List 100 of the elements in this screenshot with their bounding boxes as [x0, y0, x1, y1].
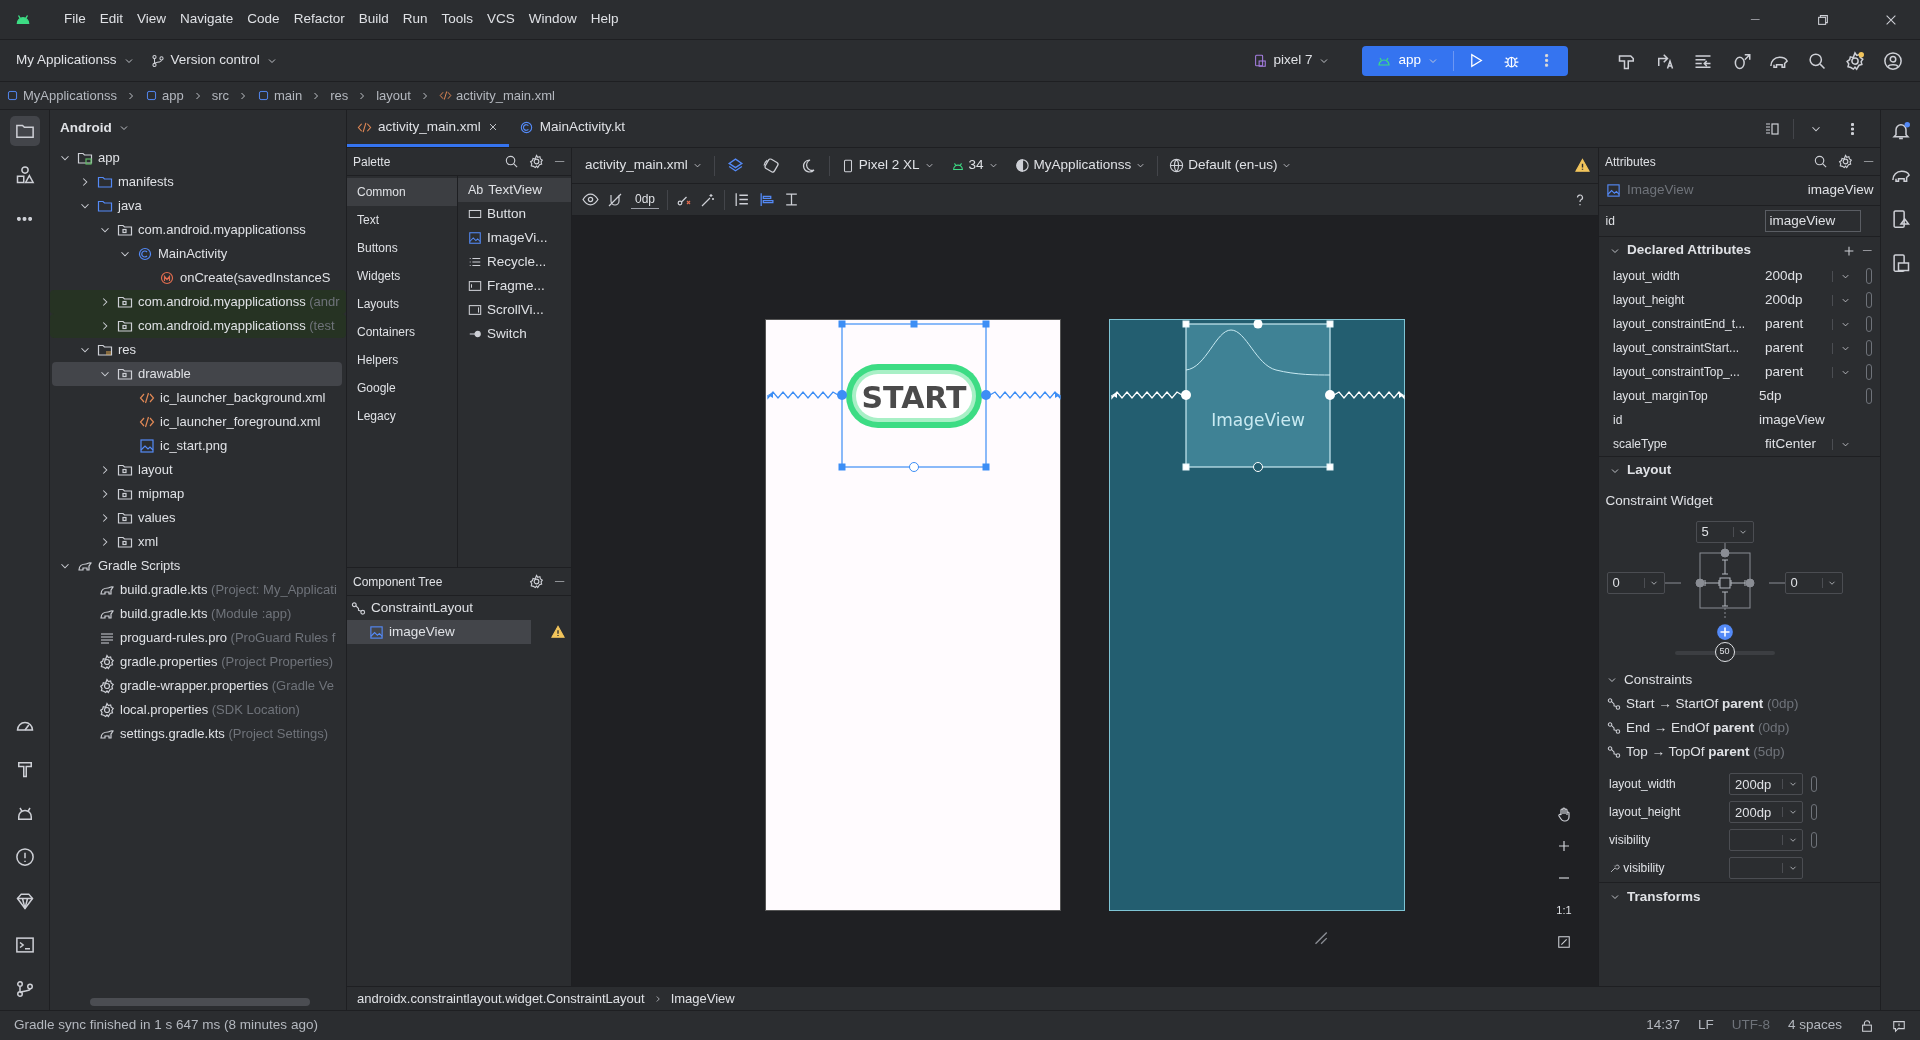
- attribute-value[interactable]: 200dp: [1759, 265, 1832, 287]
- menu-item[interactable]: Code: [241, 6, 286, 33]
- tree-item[interactable]: settings.gradle.kts (Project Settings): [52, 722, 342, 746]
- resource-picker-button[interactable]: [1866, 268, 1872, 284]
- search-icon[interactable]: [503, 154, 519, 169]
- margin-top-field[interactable]: 5: [1695, 520, 1754, 543]
- palette-item[interactable]: ScrollVi...: [458, 298, 571, 322]
- attribute-dropdown[interactable]: 200dp: [1729, 801, 1803, 824]
- margin-end-field[interactable]: 0: [1784, 571, 1843, 594]
- tree-item[interactable]: Gradle Scripts: [52, 554, 342, 578]
- menu-item[interactable]: View: [131, 6, 173, 33]
- tree-item[interactable]: com.android.myapplicationss: [52, 218, 342, 242]
- resource-picker-button[interactable]: [1866, 364, 1872, 380]
- settings-icon[interactable]: [528, 154, 544, 169]
- palette-category[interactable]: Common: [347, 178, 457, 206]
- line-ending[interactable]: LF: [1697, 1015, 1714, 1036]
- image-placeholder[interactable]: [1182, 320, 1334, 471]
- tree-item[interactable]: gradle-wrapper.properties (Gradle Ve: [52, 674, 342, 698]
- palette-category[interactable]: Widgets: [347, 262, 457, 290]
- tree-item[interactable]: MainActivity: [52, 242, 342, 266]
- breadcrumb-item[interactable]: layout: [376, 85, 411, 106]
- remove-icon[interactable]: [1861, 249, 1872, 252]
- default-margin-button[interactable]: 0dp: [631, 190, 660, 209]
- attribute-dropdown[interactable]: 200dp: [1729, 773, 1803, 796]
- palette-item[interactable]: Switch: [458, 322, 571, 346]
- project-dropdown[interactable]: My Applicationss: [8, 46, 143, 75]
- attribute-value[interactable]: parent: [1759, 361, 1832, 383]
- tree-item[interactable]: java: [52, 194, 342, 218]
- palette-category[interactable]: Buttons: [347, 234, 457, 262]
- menu-item[interactable]: Window: [522, 6, 583, 33]
- palette-category[interactable]: Layouts: [347, 290, 457, 318]
- constraint-line[interactable]: [767, 391, 839, 400]
- constraint-description[interactable]: Start → StartOf parent (0dp): [1626, 693, 1799, 714]
- constraint-description[interactable]: Top → TopOf parent (5dp): [1626, 741, 1785, 762]
- indent-setting[interactable]: 4 spaces: [1787, 1015, 1842, 1036]
- minimize-icon[interactable]: [1862, 160, 1874, 163]
- tree-item[interactable]: proguard-rules.pro (ProGuard Rules f: [52, 626, 342, 650]
- breadcrumb-item[interactable]: ImageView: [670, 988, 735, 1009]
- resource-picker-button[interactable]: [1866, 388, 1872, 404]
- tree-item[interactable]: mipmap: [52, 482, 342, 506]
- tree-item[interactable]: build.gradle.kts (Project: My_Applicati: [52, 578, 342, 602]
- section-header[interactable]: Layout: [1599, 456, 1880, 484]
- attribute-value[interactable]: fitCenter: [1759, 433, 1832, 455]
- breadcrumb-item[interactable]: res: [330, 85, 349, 106]
- palette-category[interactable]: Google: [347, 374, 457, 402]
- project-tool-button[interactable]: [9, 116, 40, 146]
- device-dropdown[interactable]: Pixel 2 XL: [835, 152, 940, 179]
- menu-item[interactable]: Build: [352, 6, 395, 33]
- minimize-icon[interactable]: [553, 580, 565, 583]
- component-tree-item[interactable]: ConstraintLayout: [347, 596, 531, 620]
- settings-icon[interactable]: [528, 574, 544, 589]
- constraint-handle[interactable]: [837, 390, 847, 400]
- menu-item[interactable]: Help: [584, 6, 625, 33]
- resource-picker-button[interactable]: [1866, 340, 1872, 356]
- palette-item[interactable]: Recycle...: [458, 250, 571, 274]
- wand-icon[interactable]: [700, 191, 717, 208]
- palette-item[interactable]: Fragme...: [458, 274, 571, 298]
- menu-item[interactable]: Run: [396, 6, 434, 33]
- eye-icon[interactable]: [582, 191, 599, 208]
- palette-category[interactable]: Helpers: [347, 346, 457, 374]
- tree-item[interactable]: gradle.properties (Project Properties): [52, 650, 342, 674]
- palette-category[interactable]: Containers: [347, 318, 457, 346]
- tree-item[interactable]: com.android.myapplicationss (test: [50, 314, 346, 338]
- locale-dropdown[interactable]: Default (en-us): [1164, 152, 1298, 179]
- tree-item[interactable]: ic_start.png: [52, 434, 342, 458]
- selection-frame[interactable]: [838, 320, 990, 472]
- palette-item[interactable]: ImageVi...: [458, 226, 571, 250]
- tree-item[interactable]: drawable: [52, 362, 342, 386]
- tree-item[interactable]: xml: [52, 530, 342, 554]
- tree-item[interactable]: onCreate(savedInstanceS: [52, 266, 342, 290]
- tree-item[interactable]: layout: [52, 458, 342, 482]
- palette-item[interactable]: Ab TextView: [458, 178, 571, 202]
- breadcrumb-item[interactable]: src: [211, 85, 229, 106]
- actual-size-button[interactable]: 1:1: [1552, 898, 1576, 922]
- add-constraint-icon[interactable]: [1715, 622, 1734, 641]
- attribute-value[interactable]: 200dp: [1759, 289, 1832, 311]
- align-icon[interactable]: [758, 191, 776, 208]
- attribute-value[interactable]: imageView: [1759, 409, 1858, 431]
- tree-item[interactable]: res: [52, 338, 342, 362]
- menu-item[interactable]: Refactor: [287, 6, 351, 33]
- constraint-handle[interactable]: [1181, 390, 1191, 400]
- warning-icon[interactable]: [1575, 158, 1590, 173]
- tree-item[interactable]: local.properties (SDK Location): [52, 698, 342, 722]
- menu-item[interactable]: File: [58, 6, 92, 33]
- attribute-value[interactable]: parent: [1759, 313, 1832, 335]
- id-field[interactable]: imageView: [1764, 209, 1861, 233]
- settings-icon[interactable]: [1837, 154, 1853, 169]
- palette-category[interactable]: Text: [347, 206, 457, 234]
- breadcrumb-item[interactable]: main: [257, 85, 303, 106]
- tree-item[interactable]: build.gradle.kts (Module :app): [52, 602, 342, 626]
- section-header[interactable]: Transforms: [1599, 882, 1880, 911]
- theme-dropdown[interactable]: MyApplicationss: [1009, 152, 1152, 179]
- minimize-icon[interactable]: [553, 160, 565, 163]
- breadcrumb-item[interactable]: androidx.constraintlayout.widget.ConstraintLayout: [357, 988, 645, 1009]
- api-level-dropdown[interactable]: 34: [945, 152, 1004, 179]
- constraint-handle[interactable]: [1253, 462, 1263, 472]
- section-header[interactable]: Declared Attributes: [1599, 236, 1880, 264]
- component-tree-item[interactable]: imageView: [347, 620, 531, 644]
- menu-item[interactable]: Tools: [435, 6, 479, 33]
- layout-file-dropdown[interactable]: activity_main.xml: [580, 152, 708, 179]
